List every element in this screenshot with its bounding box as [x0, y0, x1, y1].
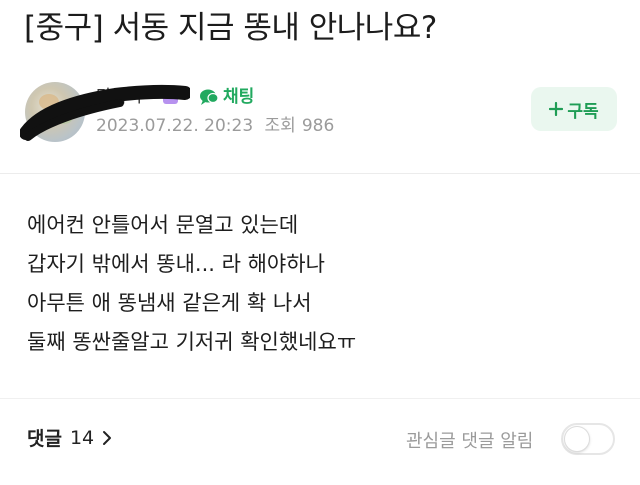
comment-notify-toggle[interactable] — [561, 423, 615, 455]
author-level-badge — [163, 89, 178, 104]
post-body-line: 갑자기 밖에서 똥내... 라 해야하나 — [27, 252, 325, 276]
author-nickname[interactable]: 타마라 — [96, 86, 143, 108]
comments-link[interactable]: 댓글 14 — [27, 424, 112, 451]
avatar-photo-detail — [35, 116, 49, 128]
post-body-line: 에어컨 안틀어서 문열고 있는데 — [27, 213, 299, 237]
avatar-photo-detail — [55, 110, 73, 124]
views-count: 986 — [301, 116, 335, 136]
divider — [0, 398, 640, 399]
post-body-line: 둘째 똥싼줄알고 기저귀 확인했네요ㅠ — [27, 330, 357, 354]
post-body-line: 아무튼 애 똥냄새 같은게 확 나서 — [27, 291, 312, 315]
comments-count: 14 — [69, 426, 95, 449]
subscribe-button[interactable]: 구독 — [531, 87, 617, 131]
comment-notify-label: 관심글 댓글 알림 — [406, 431, 534, 452]
views-label: 조회 — [264, 116, 296, 136]
subscribe-label: 구독 — [567, 101, 599, 122]
post-date: 2023.07.22. 20:23 — [96, 116, 254, 136]
chevron-right-icon — [103, 430, 112, 445]
comments-label: 댓글 — [27, 428, 62, 450]
avatar-photo-detail — [39, 94, 59, 110]
post-title: [중구] 서동 지금 똥내 안나나요? — [24, 10, 437, 46]
author-avatar[interactable] — [25, 82, 85, 142]
chat-button[interactable]: 채팅 — [199, 85, 254, 109]
toggle-knob — [565, 427, 589, 451]
post-body: 에어컨 안틀어서 문열고 있는데 갑자기 밖에서 똥내... 라 해야하나 아무… — [27, 206, 617, 362]
chat-label: 채팅 — [223, 87, 255, 107]
divider — [0, 173, 640, 174]
chat-bubble-icon — [200, 89, 219, 105]
post-meta: 2023.07.22. 20:23 조회 986 — [96, 114, 340, 138]
plus-icon — [549, 102, 564, 116]
